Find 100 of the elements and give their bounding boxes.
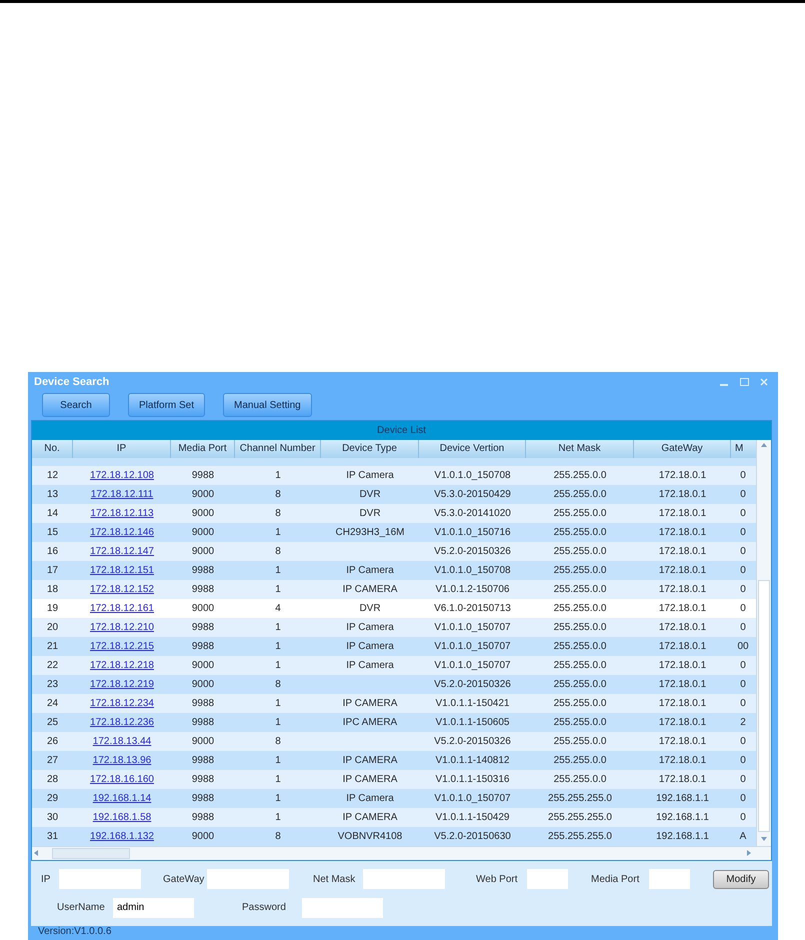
- table-row[interactable]: 20 172.18.12.210 9988 1 IP Camera V1.0.1.0_150707 255.255.0.0 172.18.0.1 0: [32, 618, 756, 637]
- table-cell: 172.18.0.1: [658, 470, 706, 481]
- table-cell: 255.255.0.0: [554, 584, 606, 595]
- ip-link[interactable]: 172.18.13.96: [92, 754, 152, 766]
- input-field[interactable]: [302, 898, 383, 918]
- table-cell: V5.2.0-20150630: [434, 830, 511, 842]
- table-cell: IP CAMERA: [342, 812, 398, 823]
- ip-link[interactable]: 172.18.12.236: [90, 716, 154, 728]
- table-cell: 255.255.0.0: [554, 736, 606, 747]
- table-cell: 0: [740, 584, 746, 595]
- table-row[interactable]: 18 172.18.12.152 9988 1 IP CAMERA V1.0.1.2-150706 255.255.0.0 172.18.0.1 0: [32, 580, 756, 599]
- table-cell: 23: [46, 678, 58, 690]
- input-field[interactable]: [363, 869, 445, 890]
- field-label: UserName: [57, 902, 106, 914]
- toolbar-button[interactable]: Platform Set: [128, 393, 206, 418]
- vertical-scrollbar[interactable]: [756, 440, 771, 846]
- input-field[interactable]: [207, 869, 289, 890]
- table-cell: 0: [740, 546, 746, 557]
- arrow-up-icon[interactable]: [760, 442, 768, 450]
- ip-link[interactable]: 172.18.12.147: [90, 546, 154, 557]
- table-cell: V5.2.0-20150326: [434, 546, 511, 557]
- input-field[interactable]: admin: [113, 898, 194, 918]
- table-cell: 8: [275, 678, 281, 690]
- table-cell: 28: [46, 774, 58, 785]
- table-cell: 255.255.255.0: [548, 792, 612, 804]
- table-cell: V6.1.0-20150713: [434, 602, 511, 614]
- table-cell: 9988: [192, 470, 214, 481]
- table-cell: V1.0.1.2-150706: [436, 584, 510, 595]
- table-row[interactable]: 12 172.18.12.108 9988 1 IP Camera V1.0.1.0_150708 255.255.0.0 172.18.0.1 0: [32, 466, 756, 485]
- ip-link[interactable]: 172.18.12.152: [90, 584, 154, 595]
- table-row[interactable]: 23 172.18.12.219 9000 8 V5.2.0-20150326 255.255.0.0 172.18.0.1 0: [32, 674, 756, 694]
- arrow-right-icon[interactable]: [745, 849, 753, 858]
- table-cell: V1.0.1.0_150708: [434, 564, 511, 576]
- table-row[interactable]: 26 172.18.13.44 9000 8 V5.2.0-20150326 255.255.0.0 172.18.0.1 0: [32, 732, 756, 751]
- ip-link[interactable]: 172.18.12.234: [90, 698, 154, 709]
- table-row[interactable]: 22 172.18.12.218 9000 1 IP Camera V1.0.1.0_150707 255.255.0.0 172.18.0.1 0: [32, 656, 756, 675]
- ip-link[interactable]: 172.18.12.219: [90, 678, 154, 690]
- table-cell: 192.168.1.1: [656, 830, 709, 842]
- toolbar-button[interactable]: Manual Setting: [223, 393, 312, 418]
- table-cell: 9988: [192, 622, 214, 633]
- table-row[interactable]: 24 172.18.12.234 9988 1 IP CAMERA V1.0.1.1-150421 255.255.0.0 172.18.0.1 0: [32, 694, 756, 713]
- table-row[interactable]: 15 172.18.12.146 9000 1 CH293H3_16M V1.0.1.0_150716 255.255.0.0 172.18.0.1 0: [32, 522, 756, 542]
- maximize-icon[interactable]: [740, 378, 748, 386]
- table-row[interactable]: 28 172.18.16.160 9988 1 IP CAMERA V1.0.1.1-150316 255.255.0.0 172.18.0.1 0: [32, 770, 756, 789]
- column-header[interactable]: M: [731, 440, 755, 458]
- table-row[interactable]: 30 192.168.1.58 9988 1 IP CAMERA V1.0.1.1-150429 255.255.255.0 192.168.1.1 0: [32, 808, 756, 827]
- table-row[interactable]: 29 192.168.1.14 9988 1 IP Camera V1.0.1.0_150707 255.255.255.0 192.168.1.1 0: [32, 788, 756, 808]
- table-row[interactable]: 25 172.18.12.236 9988 1 IPC AMERA V1.0.1.1-150605 255.255.0.0 172.18.0.1 2: [32, 712, 756, 732]
- horizontal-scrollbar[interactable]: [32, 846, 771, 860]
- table-cell: 9988: [192, 792, 214, 804]
- ip-link[interactable]: 172.18.12.215: [90, 640, 154, 652]
- table-row[interactable]: 13 172.18.12.111 9000 8 DVR V5.3.0-20150429 255.255.0.0 172.18.0.1 0: [32, 484, 756, 504]
- modify-button[interactable]: Modify: [713, 870, 769, 889]
- table-cell: 172.18.0.1: [658, 526, 706, 538]
- table-cell: V1.0.1.1-150429: [436, 812, 510, 823]
- table-cell: 0: [740, 470, 746, 481]
- arrow-left-icon[interactable]: [32, 849, 40, 858]
- table-cell: 172.18.0.1: [658, 754, 706, 766]
- ip-link[interactable]: 192.168.1.58: [92, 812, 152, 823]
- ip-link[interactable]: 172.18.13.44: [92, 736, 152, 747]
- table-cell: 1: [275, 660, 281, 671]
- input-field[interactable]: [59, 869, 141, 890]
- close-icon[interactable]: [760, 378, 768, 386]
- table-cell: 255.255.0.0: [554, 640, 606, 652]
- table-cell: 9000: [192, 678, 214, 690]
- table-row[interactable]: 19 172.18.12.161 9000 4 DVR V6.1.0-20150713 255.255.0.0 172.18.0.1 0: [32, 598, 756, 618]
- ip-link[interactable]: 172.18.12.146: [90, 526, 154, 538]
- ip-link[interactable]: 172.18.12.108: [90, 470, 154, 481]
- input-field[interactable]: [649, 869, 690, 890]
- table-cell: IP Camera: [346, 470, 394, 481]
- toolbar-button[interactable]: Search: [42, 393, 110, 418]
- table-cell: V1.0.1.1-150316: [436, 774, 510, 785]
- table-cell: 22: [46, 660, 58, 671]
- input-field[interactable]: [527, 869, 568, 890]
- table-cell: 9000: [192, 488, 214, 500]
- table-cell: 1: [275, 716, 281, 728]
- table-row[interactable]: 31 192.168.1.132 9000 8 VOBNVR4108 V5.2.0-20150630 255.255.255.0 192.168.1.1 A: [32, 826, 756, 846]
- table-cell: V1.0.1.0_150707: [434, 792, 511, 804]
- ip-link[interactable]: 172.18.12.111: [90, 488, 154, 500]
- table-row[interactable]: 17 172.18.12.151 9988 1 IP Camera V1.0.1.0_150708 255.255.0.0 172.18.0.1 0: [32, 560, 756, 580]
- table-row[interactable]: 14 172.18.12.113 9000 8 DVR V5.3.0-20141020 255.255.0.0 172.18.0.1 0: [32, 504, 756, 523]
- table-cell: 0: [740, 622, 746, 633]
- table-cell: V5.3.0-20141020: [434, 508, 511, 519]
- ip-link[interactable]: 172.18.12.210: [90, 622, 154, 633]
- field-label: Password: [242, 902, 287, 914]
- ip-link[interactable]: 172.18.12.151: [90, 564, 154, 576]
- table-cell: VOBNVR4108: [338, 830, 402, 842]
- table-cell: 9000: [192, 546, 214, 557]
- table-cell: 255.255.0.0: [554, 602, 606, 614]
- ip-link[interactable]: 192.168.1.14: [92, 792, 152, 804]
- table-row[interactable]: 27 172.18.13.96 9988 1 IP CAMERA V1.0.1.1-140812 255.255.0.0 172.18.0.1 0: [32, 750, 756, 770]
- table-cell: 29: [46, 792, 58, 804]
- table-row[interactable]: 16 172.18.12.147 9000 8 V5.2.0-20150326 255.255.0.0 172.18.0.1 0: [32, 542, 756, 561]
- ip-link[interactable]: 172.18.12.218: [90, 660, 154, 671]
- table-row[interactable]: 21 172.18.12.215 9988 1 IP Camera V1.0.1.0_150707 255.255.0.0 172.18.0.1 00: [32, 636, 756, 656]
- ip-link[interactable]: 192.168.1.132: [90, 830, 154, 842]
- ip-link[interactable]: 172.18.12.161: [90, 602, 154, 614]
- ip-link[interactable]: 172.18.12.113: [90, 508, 154, 519]
- table-cell: 172.18.0.1: [658, 640, 706, 652]
- ip-link[interactable]: 172.18.16.160: [90, 774, 154, 785]
